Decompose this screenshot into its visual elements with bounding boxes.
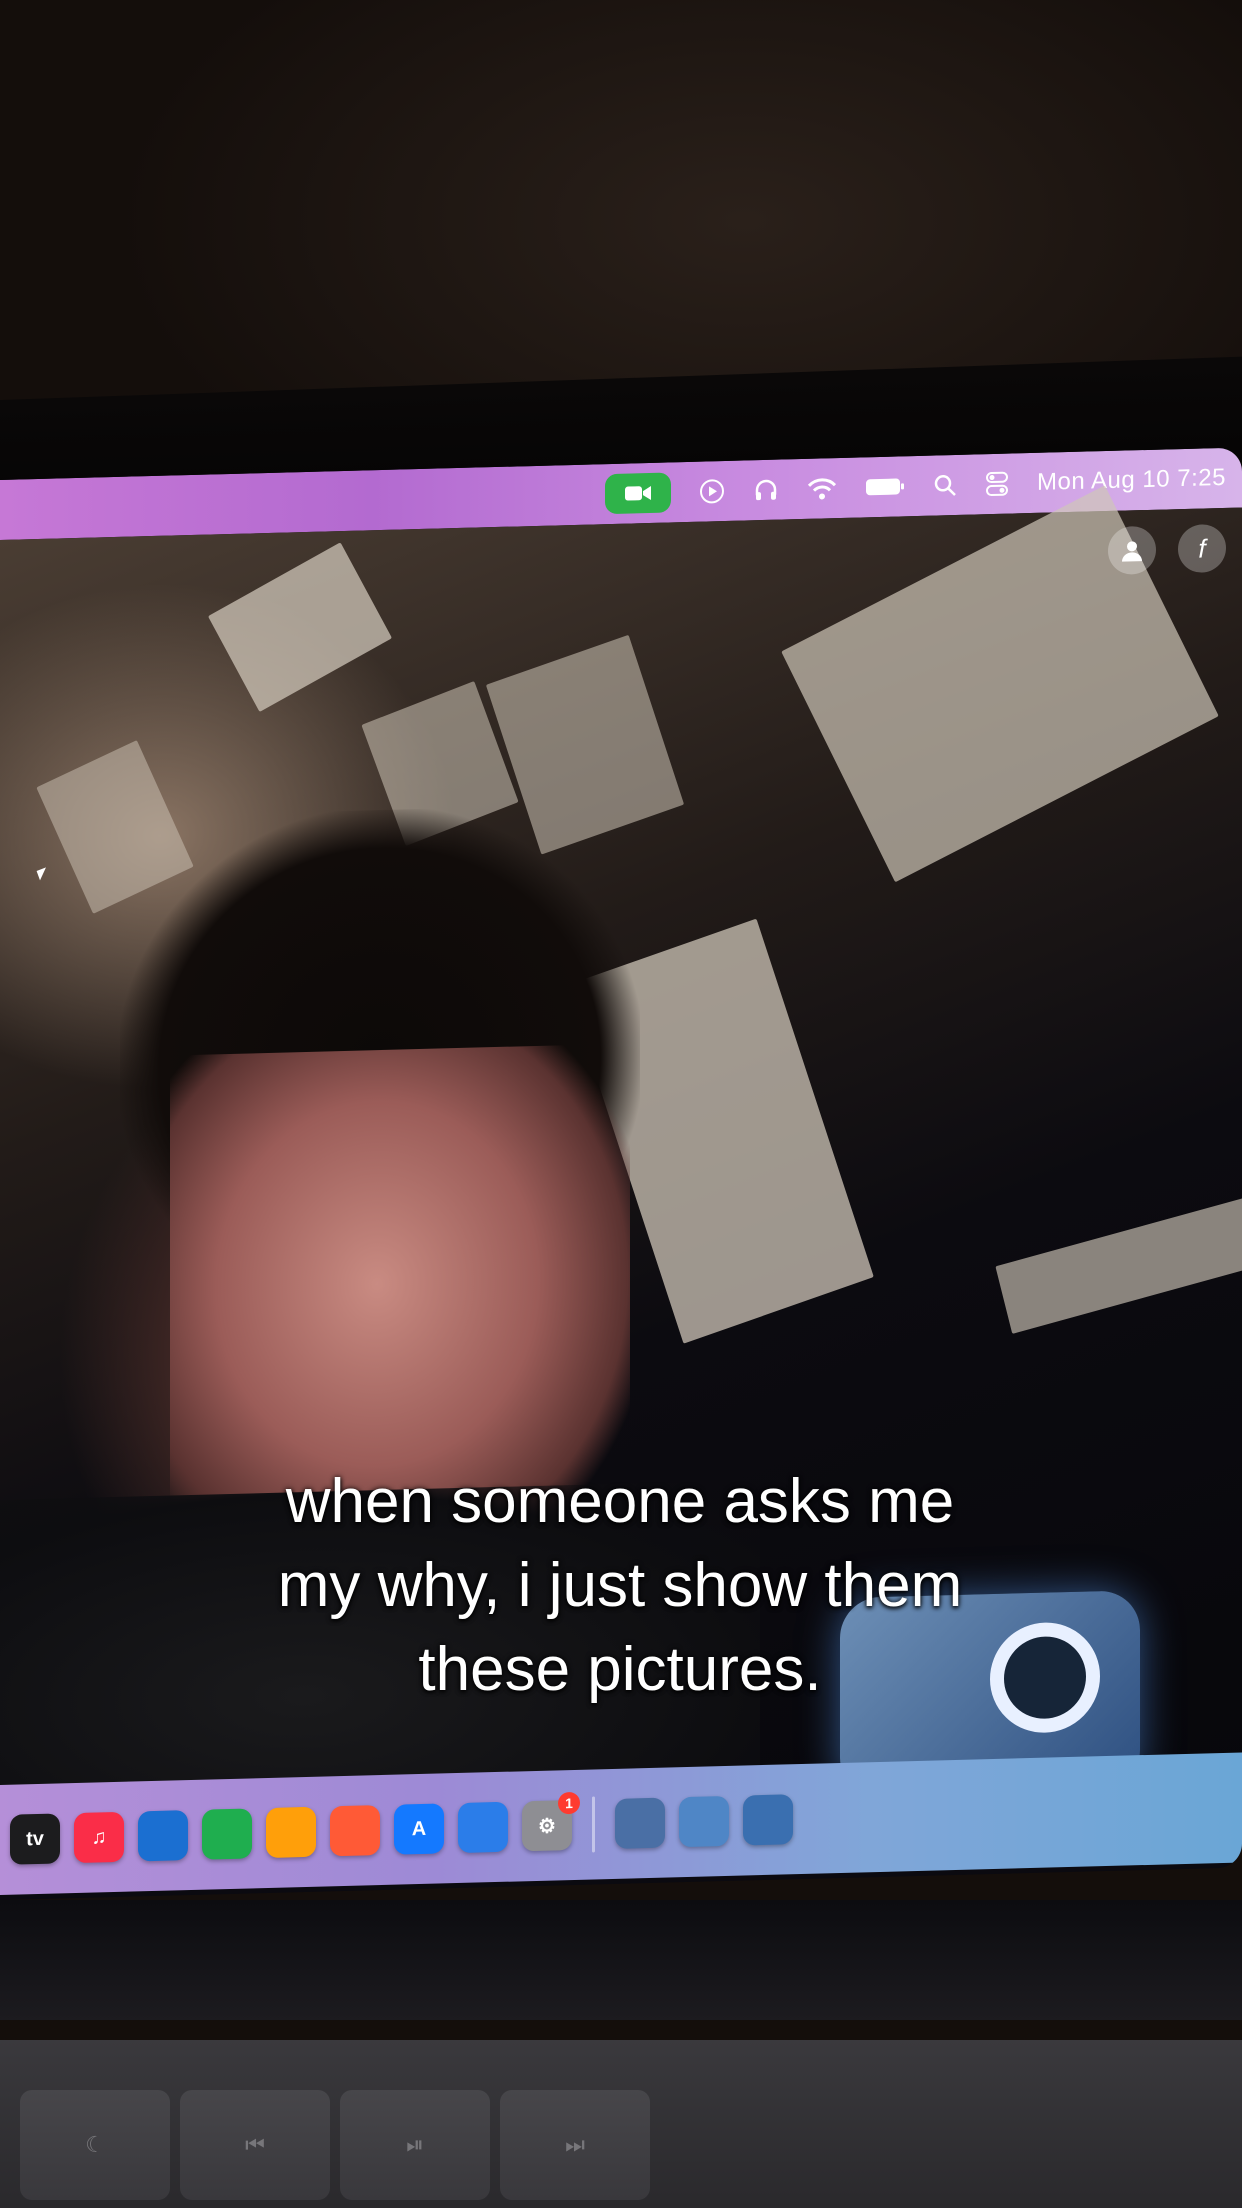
battery-icon[interactable] bbox=[865, 476, 905, 497]
dock-app-icon[interactable]: tv bbox=[10, 1813, 60, 1865]
headphones-icon[interactable] bbox=[753, 477, 779, 504]
video-caption: when someone asks me my why, i just show… bbox=[277, 1467, 963, 1704]
person-icon[interactable] bbox=[1108, 525, 1156, 575]
dock-app-icon[interactable] bbox=[138, 1810, 188, 1862]
dock-separator bbox=[592, 1796, 595, 1853]
menubar-clock[interactable]: Mon Aug 10 7:25 bbox=[1037, 464, 1226, 497]
wifi-icon[interactable] bbox=[807, 476, 837, 501]
dock-app-icon[interactable] bbox=[615, 1797, 665, 1849]
dock-app-icon[interactable] bbox=[266, 1806, 316, 1859]
dock-app-icon[interactable]: ⚙ 1 bbox=[522, 1791, 580, 1852]
dock-app-glyph: A bbox=[411, 1817, 427, 1840]
keyboard-key[interactable]: ☾ bbox=[20, 2090, 170, 2200]
laptop-bottom-bezel bbox=[0, 1900, 1242, 2020]
effects-icon[interactable]: f bbox=[1178, 523, 1226, 574]
mouse-cursor-icon bbox=[36, 867, 50, 881]
dock-app-glyph: ♫ bbox=[91, 1825, 107, 1849]
play-icon[interactable] bbox=[699, 478, 725, 505]
wall-poster bbox=[995, 1196, 1242, 1334]
dock-app-icon[interactable] bbox=[743, 1794, 793, 1846]
wall-poster bbox=[207, 542, 393, 712]
facetime-controls: f bbox=[1108, 523, 1226, 575]
keyboard-key[interactable]: ⏯ bbox=[340, 2090, 490, 2200]
dock-app-icon[interactable] bbox=[458, 1801, 508, 1854]
dock-app-icon[interactable] bbox=[330, 1805, 380, 1857]
keyboard: ☾ ⏮ ⏯ ⏭ bbox=[0, 2040, 1242, 2208]
dock-app-glyph: tv bbox=[26, 1827, 44, 1850]
keyboard-key[interactable]: ⏮ bbox=[180, 2090, 330, 2200]
facetime-video-icon[interactable] bbox=[605, 472, 672, 515]
notification-badge: 1 bbox=[558, 1791, 580, 1815]
dock-app-icon[interactable]: A bbox=[394, 1803, 444, 1855]
control-center-icon[interactable] bbox=[985, 471, 1009, 498]
keyboard-key[interactable]: ⏭ bbox=[500, 2090, 650, 2200]
dock-app-glyph: ⚙ bbox=[538, 1814, 556, 1838]
dock-app-icon[interactable]: ♫ bbox=[74, 1811, 124, 1864]
search-icon[interactable] bbox=[933, 473, 957, 498]
dock-app-icon[interactable] bbox=[679, 1795, 729, 1848]
dock-app-icon[interactable] bbox=[202, 1808, 252, 1860]
